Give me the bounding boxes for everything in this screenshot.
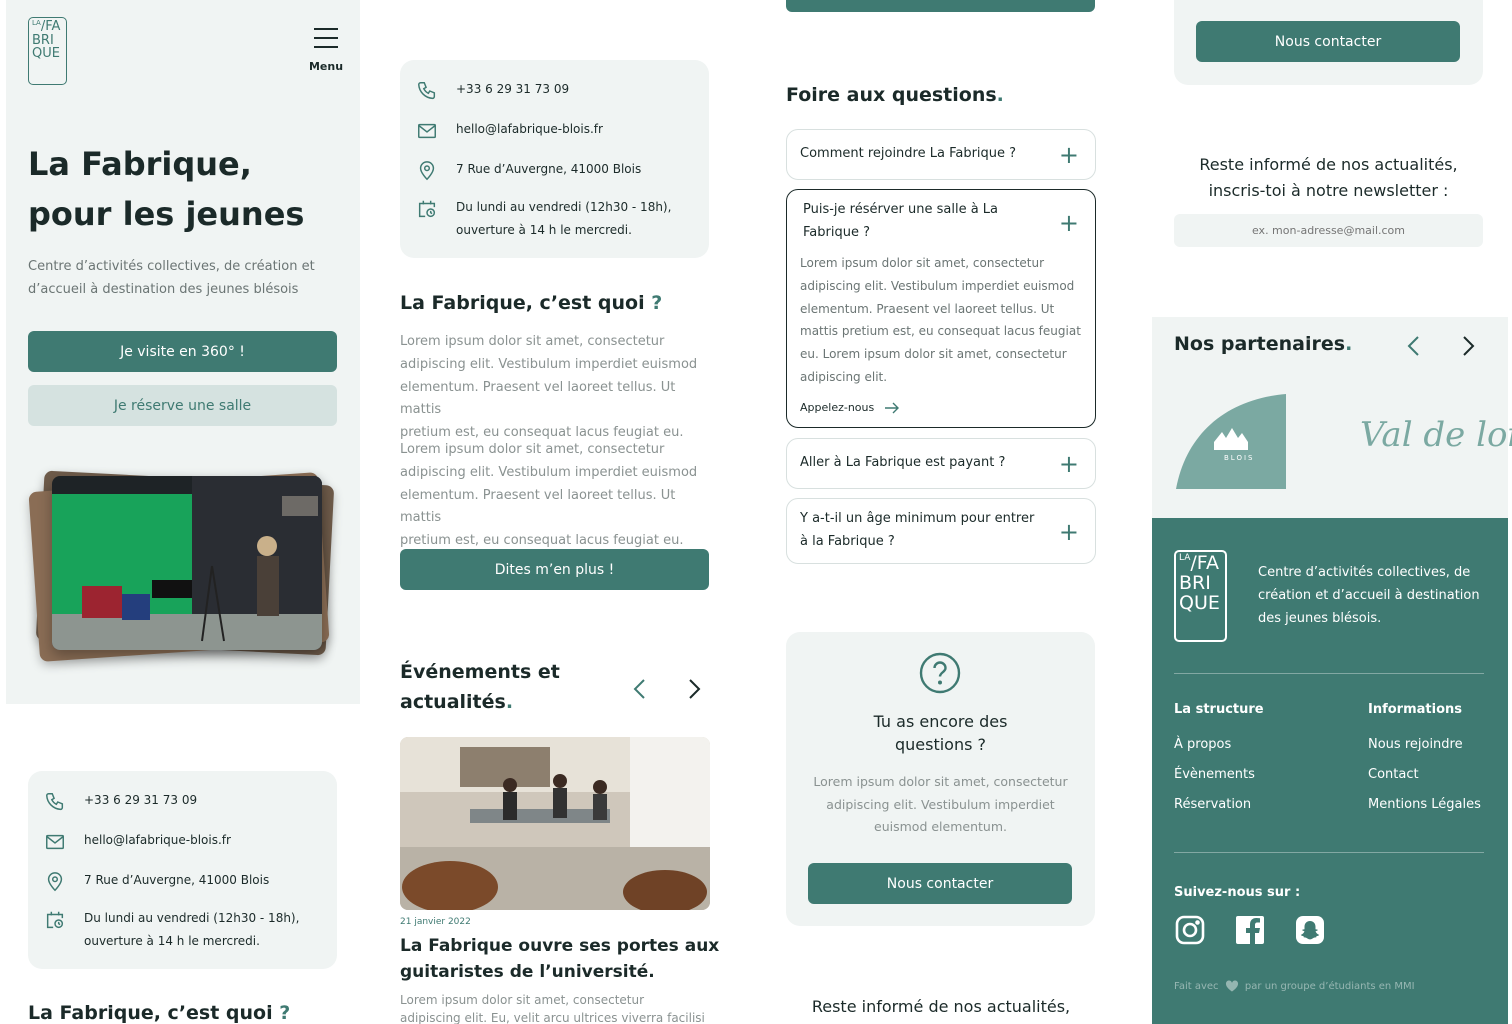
menu-button[interactable]: Menu: [306, 28, 346, 74]
contact-card: +33 6 29 31 73 09 hello@lafabrique-blois…: [28, 771, 337, 969]
contact-phone[interactable]: +33 6 29 31 73 09: [416, 78, 569, 102]
faq-title: Foire aux questions.: [786, 84, 1004, 106]
events-title: Événements et actualités.: [400, 661, 560, 714]
about-paragraph-2: Lorem ipsum dolor sit amet, consectetur a…: [400, 442, 698, 548]
more-questions-card: Tu as encore des questions ? Lorem ipsum…: [786, 632, 1095, 926]
footer-credit: Fait avec par un groupe d’étudiants en M…: [1174, 980, 1415, 992]
contact-email[interactable]: hello@lafabrique-blois.fr: [44, 829, 231, 853]
plus-icon: +: [1058, 450, 1079, 478]
partners-section: Nos partenaires. BLOIS Val de loireFR: [1152, 317, 1512, 522]
top-button-edge[interactable]: [786, 0, 1095, 12]
faq-item[interactable]: Comment rejoindre La Fabrique ? +: [786, 129, 1096, 180]
contact-hours: Du lundi au vendredi (12h30 - 18h), ouver…: [416, 196, 671, 242]
newsletter-title: Reste informé de nos actualités, inscris…: [1199, 155, 1458, 200]
footer-info-links: Informations Nous rejoindre Contact Ment…: [1368, 702, 1481, 812]
plus-icon: +: [1058, 209, 1079, 237]
divider: [1174, 673, 1484, 674]
visit-360-button[interactable]: Je visite en 360° !: [28, 331, 337, 372]
contact-card-bottom: Nous contacter: [1174, 0, 1483, 85]
mail-icon: [418, 123, 436, 139]
contact-card: +33 6 29 31 73 09 hello@lafabrique-blois…: [400, 60, 709, 258]
footer-link-about[interactable]: À propos: [1174, 738, 1264, 751]
plus-icon: +: [1058, 518, 1079, 546]
calendar-clock-icon: [46, 911, 64, 929]
chevron-right-icon[interactable]: [1458, 334, 1478, 358]
contact-email[interactable]: hello@lafabrique-blois.fr: [416, 118, 603, 142]
chevron-left-icon[interactable]: [630, 677, 650, 701]
footer-structure-links: La structure À propos Évènements Réserva…: [1174, 702, 1264, 812]
mobile-screen-about: +33 6 29 31 73 09 hello@lafabrique-blois…: [390, 0, 720, 1024]
site-footer: LA/FA BRI QUE Centre d’activités collect…: [1152, 518, 1508, 1024]
about-title: La Fabrique, c’est quoi ?: [28, 1002, 291, 1024]
footer-link-booking[interactable]: Réservation: [1174, 798, 1264, 811]
instagram-icon[interactable]: [1174, 914, 1206, 946]
newsletter-title: Reste informé de nos actualités,: [811, 997, 1071, 1016]
heart-icon: [1225, 980, 1238, 992]
site-logo[interactable]: LA/FA BRI QUE: [28, 17, 67, 85]
follow-us-label: Suivez-nous sur :: [1174, 885, 1301, 900]
about-paragraph-1: Lorem ipsum dolor sit amet, consectetur a…: [400, 334, 698, 440]
plus-icon: +: [1058, 141, 1079, 169]
calendar-clock-icon: [418, 200, 436, 218]
faq-answer: Lorem ipsum dolor sit amet, consectetur a…: [800, 256, 1081, 384]
hero-section: LA/FA BRI QUE Menu La Fabrique, pour les…: [6, 0, 360, 704]
partner-logo-blois[interactable]: BLOIS: [1176, 394, 1286, 489]
footer-description: Centre d’activités collectives, de créati…: [1258, 565, 1480, 626]
event-excerpt: Lorem ipsum dolor sit amet, consectetur …: [400, 993, 705, 1024]
faq-item-expanded[interactable]: Puis-je résérver une salle à La Fabrique…: [786, 189, 1096, 428]
call-us-link[interactable]: Appelez-nous: [800, 401, 900, 414]
footer-link-join[interactable]: Nous rejoindre: [1368, 738, 1481, 751]
faq-item[interactable]: Y a-t-il un âge minimum pour entrer à la…: [786, 498, 1096, 564]
contact-address[interactable]: 7 Rue d’Auvergne, 41000 Blois: [44, 869, 269, 893]
tell-me-more-button[interactable]: Dites m’en plus !: [400, 549, 709, 590]
footer-logo[interactable]: LA/FA BRI QUE: [1174, 550, 1227, 642]
footer-link-contact[interactable]: Contact: [1368, 768, 1481, 781]
newsletter-email-input[interactable]: [1174, 214, 1483, 247]
phone-icon: [46, 793, 64, 811]
footer-link-legal[interactable]: Mentions Légales: [1368, 798, 1481, 811]
contact-address[interactable]: 7 Rue d’Auvergne, 41000 Blois: [416, 158, 641, 182]
partners-title: Nos partenaires.: [1174, 333, 1353, 355]
footer-link-events[interactable]: Évènements: [1174, 768, 1264, 781]
question-circle-icon: [919, 652, 961, 694]
about-title: La Fabrique, c’est quoi ?: [400, 292, 663, 314]
contact-hours: Du lundi au vendredi (12h30 - 18h), ouver…: [44, 907, 299, 953]
arrow-right-icon: [884, 402, 899, 414]
hero-subtitle: Centre d’activités collectives, de créat…: [28, 259, 315, 297]
contact-phone[interactable]: +33 6 29 31 73 09: [44, 789, 197, 813]
hamburger-icon: [314, 28, 338, 30]
hero-title: La Fabrique, pour les jeunes: [28, 145, 305, 233]
location-pin-icon: [47, 872, 63, 892]
more-questions-body: Lorem ipsum dolor sit amet, consectetur a…: [813, 774, 1068, 834]
event-date: 21 janvier 2022: [400, 917, 471, 927]
more-questions-title: Tu as encore des questions ?: [873, 712, 1008, 755]
event-photo[interactable]: [400, 737, 710, 910]
mobile-screen-faq: Foire aux questions. Comment rejoindre L…: [776, 0, 1106, 1024]
snapchat-icon[interactable]: [1294, 914, 1326, 946]
mail-icon: [46, 834, 64, 850]
contact-us-button[interactable]: Nous contacter: [1196, 21, 1460, 62]
facebook-icon[interactable]: [1234, 914, 1266, 946]
studio-photo: [52, 476, 322, 650]
mobile-screen-home: LA/FA BRI QUE Menu La Fabrique, pour les…: [0, 0, 360, 1024]
divider: [1174, 852, 1484, 853]
event-headline[interactable]: La Fabrique ouvre ses portes aux guitari…: [400, 934, 719, 985]
mobile-screen-footer: Nous contacter Reste informé de nos actu…: [1152, 0, 1512, 1024]
chevron-left-icon[interactable]: [1404, 334, 1424, 358]
phone-icon: [418, 82, 436, 100]
location-pin-icon: [419, 161, 435, 181]
partner-logo-val-de-loire[interactable]: Val de loireFR: [1360, 415, 1512, 455]
chevron-right-icon[interactable]: [684, 677, 704, 701]
contact-us-button[interactable]: Nous contacter: [808, 863, 1072, 904]
book-room-button[interactable]: Je réserve une salle: [28, 385, 337, 426]
faq-item[interactable]: Aller à La Fabrique est payant ? +: [786, 438, 1096, 489]
